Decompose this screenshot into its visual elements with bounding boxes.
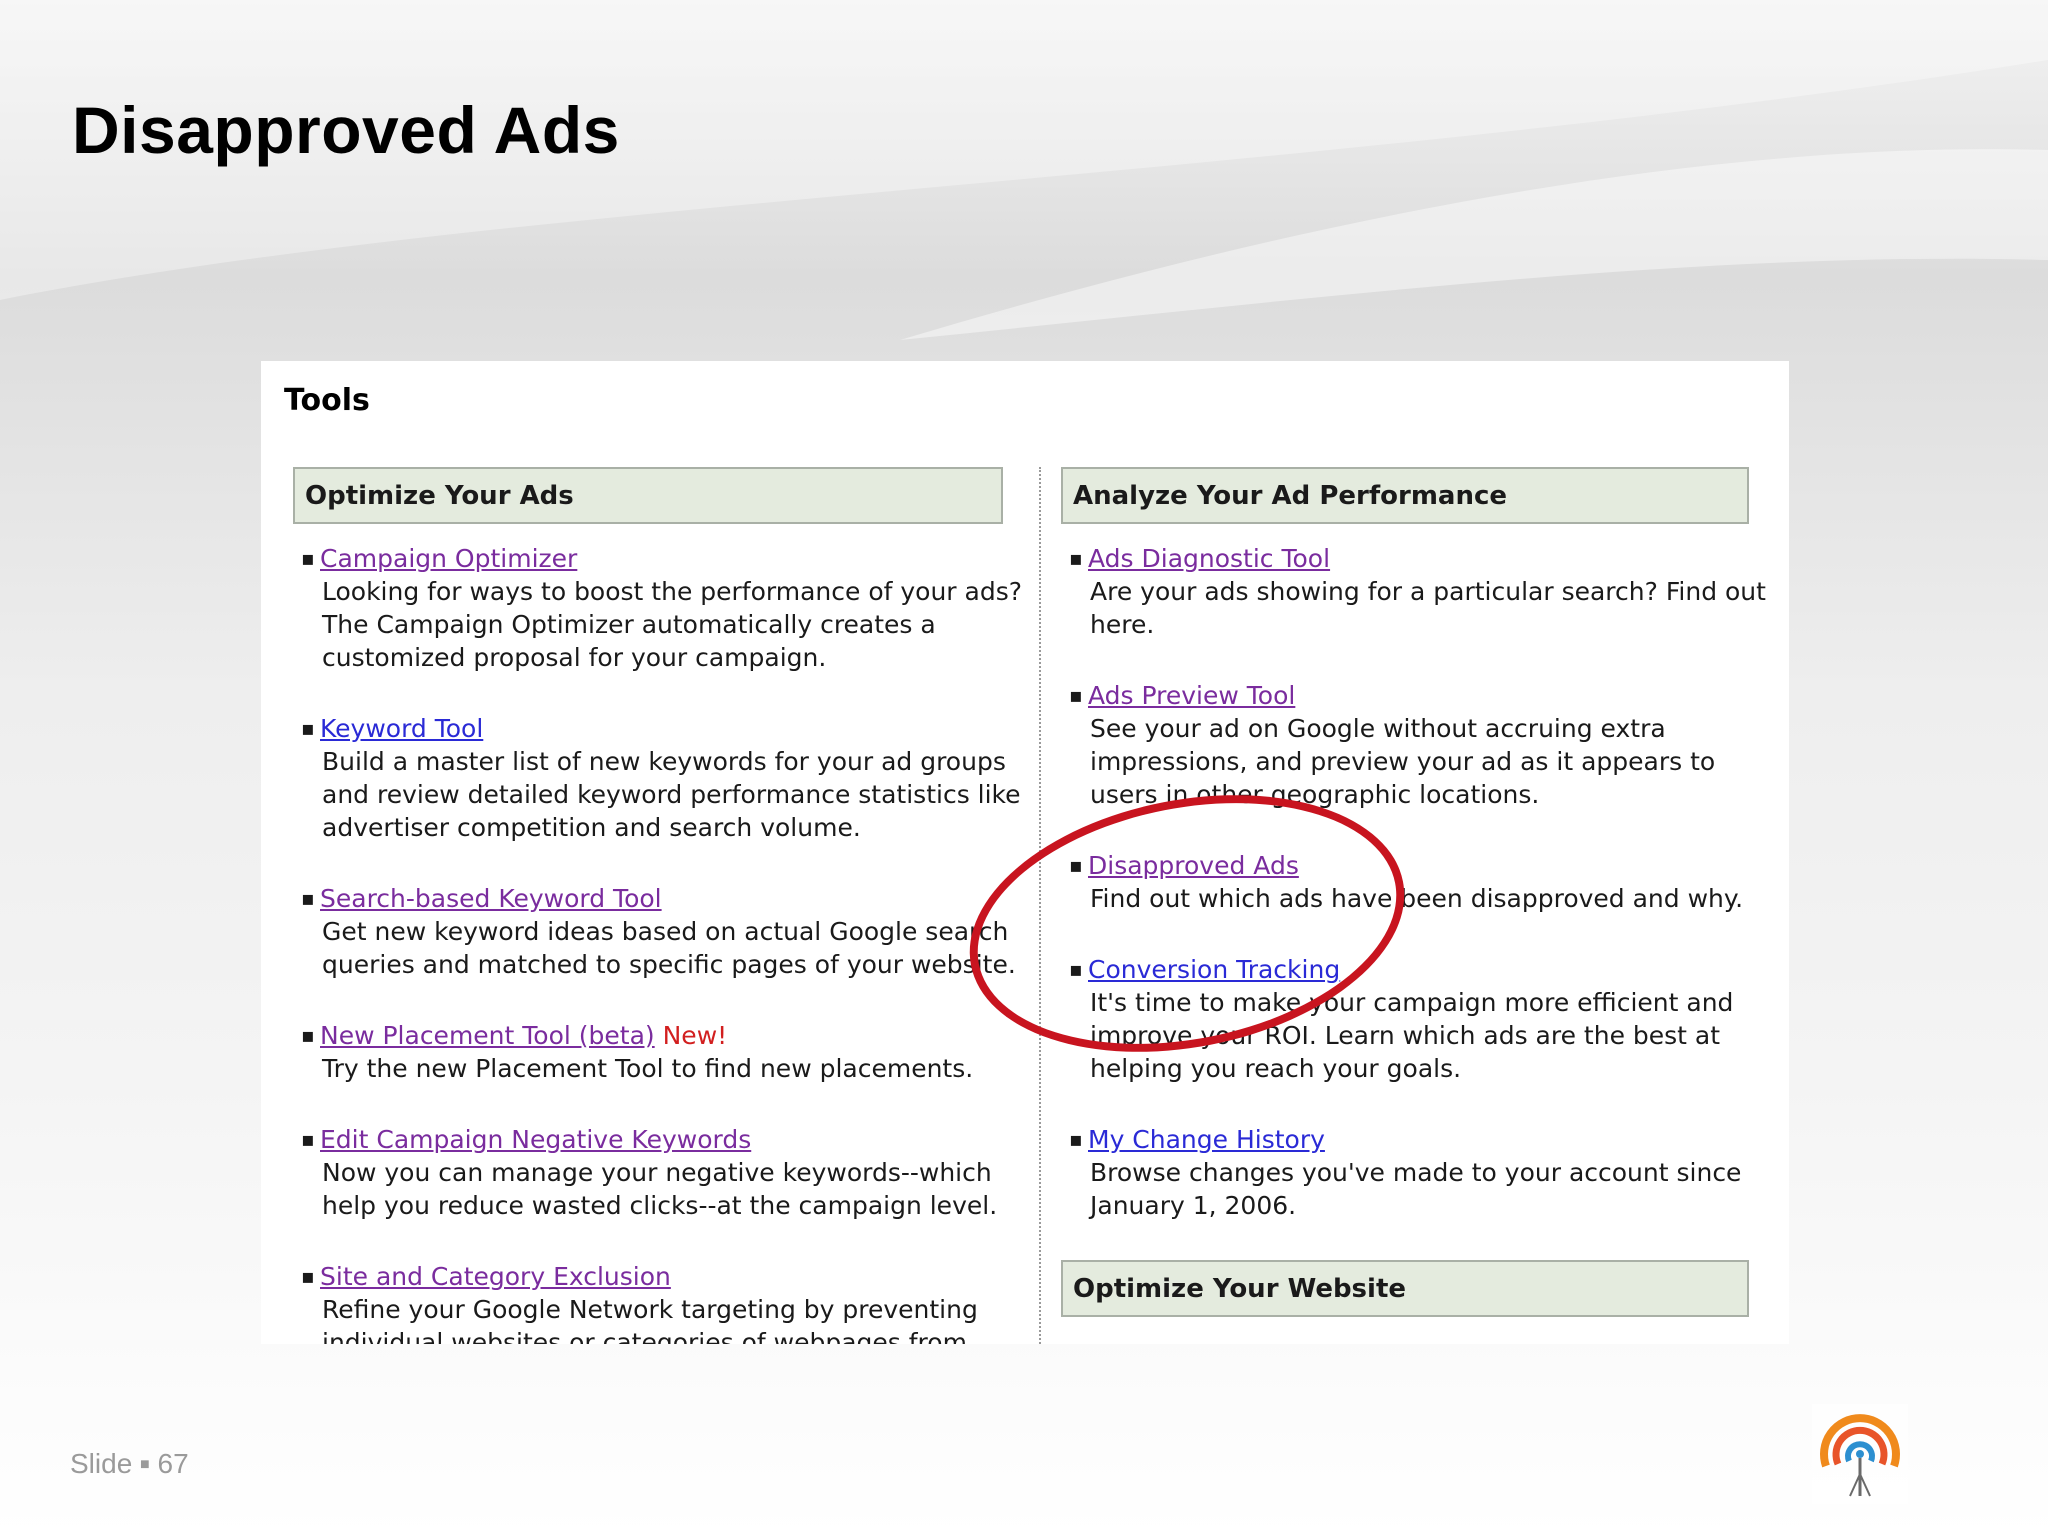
edit-campaign-negative-keywords-link[interactable]: Edit Campaign Negative Keywords	[320, 1125, 751, 1154]
tool-description-line: customized proposal for your campaign.	[322, 643, 827, 672]
optimize-ads-column: Optimize Your Ads ▪ Campaign Optimizer Loo…	[293, 467, 1023, 1344]
disapproved-ads-link[interactable]: Disapproved Ads	[1088, 851, 1299, 880]
tool-item-ads-diagnostic-tool: ▪ Ads Diagnostic Tool Are your ads showing…	[1061, 542, 1766, 641]
analyze-performance-header: Analyze Your Ad Performance	[1061, 467, 1749, 524]
bullet-icon: ▪	[301, 1023, 315, 1047]
tool-item-search-based-keyword-tool: ▪ Search-based Keyword Tool Get new keywor…	[293, 882, 1016, 981]
slide-separator: ■	[140, 1456, 150, 1473]
optimize-ads-header: Optimize Your Ads	[293, 467, 1003, 524]
tool-description-line: helping you reach your goals.	[1090, 1054, 1462, 1083]
campaign-optimizer-link[interactable]: Campaign Optimizer	[320, 544, 577, 573]
bullet-icon: ▪	[1069, 957, 1083, 981]
tool-description-line: Refine your Google Network targeting by …	[322, 1295, 978, 1324]
broadcast-tower-logo-icon	[1812, 1404, 1908, 1504]
tool-item-conversion-tracking: ▪ Conversion Tracking It's time to make yo…	[1061, 953, 1749, 1085]
slide-number: Slide ■ 67	[70, 1448, 189, 1480]
tool-description-line: impressions, and preview your ad as it a…	[1090, 747, 1716, 776]
slide-number-value: 67	[157, 1448, 189, 1479]
tool-description-line: It's time to make your campaign more eff…	[1090, 988, 1734, 1017]
tool-description-line: improve your ROI. Learn which ads are th…	[1090, 1021, 1721, 1050]
tools-heading: Tools	[284, 383, 370, 418]
tool-description-line: advertiser competition and search volume…	[322, 813, 861, 842]
column-divider	[1039, 467, 1041, 1344]
tool-description-line: Build a master list of new keywords for …	[322, 747, 1006, 776]
keyword-tool-link[interactable]: Keyword Tool	[320, 714, 483, 743]
bullet-icon: ▪	[301, 1127, 315, 1151]
tool-item-new-placement-tool-beta: ▪ New Placement Tool (beta) New! Try the n…	[293, 1019, 1003, 1085]
tool-description-line: Looking for ways to boost the performanc…	[322, 577, 1023, 606]
new-badge: New!	[662, 1021, 728, 1050]
site-and-category-exclusion-link[interactable]: Site and Category Exclusion	[320, 1262, 671, 1291]
tool-description-line: and review detailed keyword performance …	[322, 780, 1021, 809]
tool-description-line: Now you can manage your negative keyword…	[322, 1158, 992, 1187]
ads-preview-tool-link[interactable]: Ads Preview Tool	[1088, 681, 1295, 710]
slide-label: Slide	[70, 1448, 133, 1479]
bullet-icon: ▪	[301, 716, 315, 740]
tool-description-line: queries and matched to specific pages of…	[322, 950, 1016, 979]
analyze-performance-column: Analyze Your Ad Performance ▪ Ads Diagnos…	[1061, 467, 1766, 1317]
new-placement-tool-beta-link[interactable]: New Placement Tool (beta)	[320, 1021, 655, 1050]
tool-item-edit-campaign-negative-keywords: ▪ Edit Campaign Negative Keywords Now you …	[293, 1123, 1003, 1222]
conversion-tracking-link[interactable]: Conversion Tracking	[1088, 955, 1340, 984]
tools-screenshot: Tools Optimize Your Ads ▪ Campaign Optimi…	[261, 361, 1789, 1344]
tool-item-my-change-history: ▪ My Change History Browse changes you've …	[1061, 1123, 1749, 1222]
tool-description-line: Browse changes you've made to your accou…	[1090, 1158, 1742, 1187]
my-change-history-link[interactable]: My Change History	[1088, 1125, 1325, 1154]
tool-item-campaign-optimizer: ▪ Campaign Optimizer Looking for ways to b…	[293, 542, 1023, 674]
tool-description-line: Find out which ads have been disapproved…	[1090, 884, 1744, 913]
tool-description-line: January 1, 2006.	[1090, 1191, 1297, 1220]
tool-item-disapproved-ads: ▪ Disapproved Ads Find out which ads have …	[1061, 849, 1749, 915]
tool-description-line: users in other geographic locations.	[1090, 780, 1540, 809]
tool-item-keyword-tool: ▪ Keyword Tool Build a master list of new …	[293, 712, 1021, 844]
bullet-icon: ▪	[1069, 683, 1083, 707]
tool-item-ads-preview-tool: ▪ Ads Preview Tool See your ad on Google w…	[1061, 679, 1749, 811]
tool-item-site-and-category-exclusion: ▪ Site and Category Exclusion Refine your …	[293, 1260, 1003, 1344]
tool-description-line: here.	[1090, 610, 1155, 639]
slide-title: Disapproved Ads	[72, 93, 620, 167]
search-based-keyword-tool-link[interactable]: Search-based Keyword Tool	[320, 884, 662, 913]
tool-description-line: help you reduce wasted clicks--at the ca…	[322, 1191, 998, 1220]
tool-description-line: See your ad on Google without accruing e…	[1090, 714, 1666, 743]
bullet-icon: ▪	[301, 1264, 315, 1288]
bullet-icon: ▪	[301, 546, 315, 570]
ads-diagnostic-tool-link[interactable]: Ads Diagnostic Tool	[1088, 544, 1330, 573]
tool-description-line: Are your ads showing for a particular se…	[1090, 577, 1766, 606]
tool-description-line: Try the new Placement Tool to find new p…	[322, 1054, 974, 1083]
tool-description-line: individual websites or categories of web…	[322, 1328, 967, 1344]
tool-description-line: The Campaign Optimizer automatically cre…	[322, 610, 936, 639]
optimize-ads-list: ▪ Campaign Optimizer Looking for ways to b…	[293, 542, 1023, 1344]
tool-description-line: Get new keyword ideas based on actual Go…	[322, 917, 1009, 946]
bullet-icon: ▪	[1069, 1127, 1083, 1151]
bullet-icon: ▪	[1069, 546, 1083, 570]
bullet-icon: ▪	[301, 886, 315, 910]
bullet-icon: ▪	[1069, 853, 1083, 877]
optimize-website-header: Optimize Your Website	[1061, 1260, 1749, 1317]
analyze-performance-list: ▪ Ads Diagnostic Tool Are your ads showing…	[1061, 542, 1766, 1222]
